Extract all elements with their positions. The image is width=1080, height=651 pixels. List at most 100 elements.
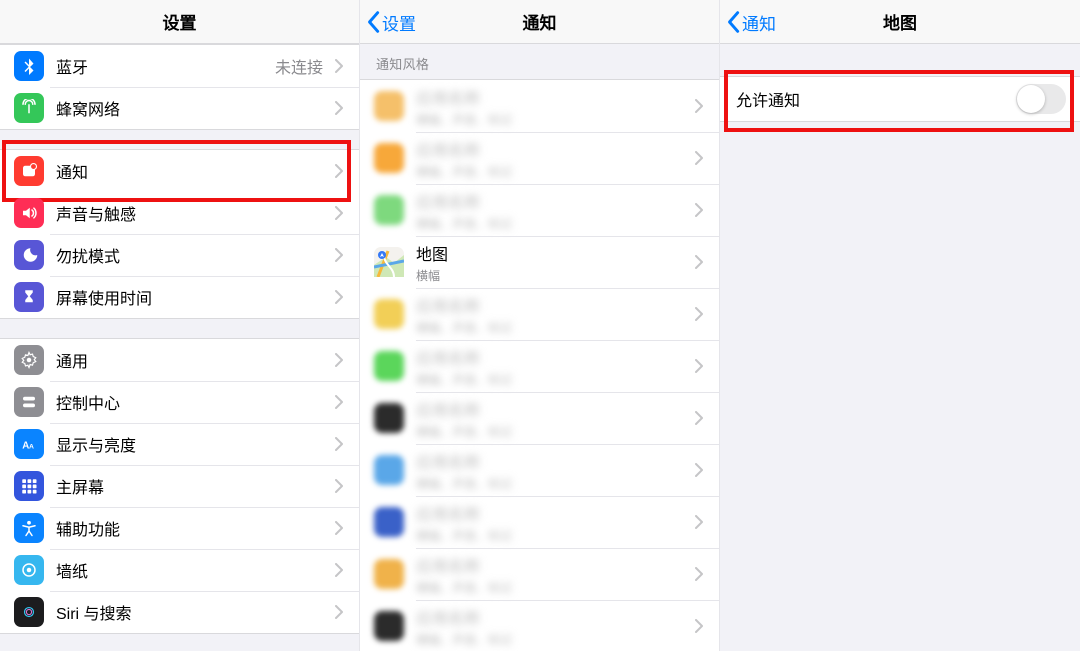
row-label: 显示与亮度 — [56, 432, 329, 456]
app-sublabel-blurred: 横幅、声音、标记 — [416, 527, 689, 544]
app-row-blurred[interactable]: 应用名称横幅、声音、标记 — [360, 600, 719, 651]
settings-row-homescreen[interactable]: 主屏幕 — [0, 465, 359, 507]
row-label: 辅助功能 — [56, 516, 329, 540]
app-row-blurred[interactable]: 应用名称横幅、声音、标记 — [360, 548, 719, 600]
settings-row-general[interactable]: 通用 — [0, 339, 359, 381]
chevron-right-icon — [329, 290, 349, 304]
navbar-title: 地图 — [883, 9, 917, 34]
app-icon-blurred — [374, 299, 404, 329]
row-label: 通知 — [56, 159, 329, 183]
app-row-blurred[interactable]: 应用名称横幅、声音、标记 — [360, 132, 719, 184]
app-row-maps[interactable]: 地图横幅 — [360, 236, 719, 288]
allow-notifications-toggle[interactable] — [1016, 84, 1066, 114]
app-row-blurred[interactable]: 应用名称横幅、声音、标记 — [360, 340, 719, 392]
chevron-right-icon — [689, 203, 709, 217]
textsize-icon: AA — [14, 429, 44, 459]
settings-row-cellular[interactable]: 蜂窝网络 — [0, 87, 359, 129]
settings-row-siri[interactable]: Siri 与搜索 — [0, 591, 359, 633]
row-label: 控制中心 — [56, 390, 329, 414]
app-icon-blurred — [374, 455, 404, 485]
chevron-right-icon — [329, 101, 349, 115]
app-sublabel-blurred: 横幅、声音、标记 — [416, 215, 689, 232]
app-sublabel-blurred: 横幅、声音、标记 — [416, 111, 689, 128]
app-row-blurred[interactable]: 应用名称横幅、声音、标记 — [360, 392, 719, 444]
chevron-right-icon — [329, 248, 349, 262]
settings-row-accessibility[interactable]: 辅助功能 — [0, 507, 359, 549]
chevron-left-icon — [366, 10, 380, 34]
settings-row-screentime[interactable]: 屏幕使用时间 — [0, 276, 359, 318]
app-icon-blurred — [374, 143, 404, 173]
app-label-blurred: 应用名称 — [416, 397, 689, 421]
maps-app-icon — [374, 247, 404, 277]
app-label: 地图 — [416, 241, 689, 265]
app-label-blurred: 应用名称 — [416, 605, 689, 629]
allow-notifications-group: 允许通知 — [720, 76, 1080, 122]
speaker-icon — [14, 198, 44, 228]
app-row-blurred[interactable]: 应用名称横幅、声音、标记 — [360, 288, 719, 340]
chevron-right-icon — [689, 307, 709, 321]
settings-group: 蓝牙未连接蜂窝网络 — [0, 44, 359, 130]
chevron-right-icon — [689, 515, 709, 529]
wallpaper-icon — [14, 555, 44, 585]
chevron-right-icon — [689, 463, 709, 477]
app-row-blurred[interactable]: 应用名称横幅、声音、标记 — [360, 496, 719, 548]
bluetooth-icon — [14, 51, 44, 81]
moon-icon — [14, 240, 44, 270]
settings-row-sounds[interactable]: 声音与触感 — [0, 192, 359, 234]
app-label-blurred: 应用名称 — [416, 449, 689, 473]
grid-icon — [14, 471, 44, 501]
chevron-right-icon — [329, 164, 349, 178]
section-header-notification-style: 通知风格 — [360, 44, 719, 79]
chevron-right-icon — [329, 521, 349, 535]
row-label: 屏幕使用时间 — [56, 285, 329, 309]
chevron-right-icon — [689, 151, 709, 165]
back-label: 通知 — [742, 10, 776, 35]
siri-icon — [14, 597, 44, 627]
back-button[interactable]: 通知 — [726, 0, 776, 44]
allow-notifications-row[interactable]: 允许通知 — [720, 77, 1080, 121]
notification-icon — [14, 156, 44, 186]
row-label: 勿扰模式 — [56, 243, 329, 267]
chevron-right-icon — [329, 59, 349, 73]
app-icon-blurred — [374, 611, 404, 641]
app-label-blurred: 应用名称 — [416, 85, 689, 109]
settings-row-notifications[interactable]: 通知 — [0, 150, 359, 192]
chevron-right-icon — [689, 255, 709, 269]
row-value: 未连接 — [275, 54, 323, 78]
back-button[interactable]: 设置 — [366, 0, 416, 44]
app-sublabel-blurred: 横幅、声音、标记 — [416, 163, 689, 180]
chevron-right-icon — [689, 359, 709, 373]
app-icon-blurred — [374, 403, 404, 433]
chevron-right-icon — [689, 411, 709, 425]
row-label: 主屏幕 — [56, 474, 329, 498]
app-sublabel-blurred: 横幅、声音、标记 — [416, 579, 689, 596]
chevron-right-icon — [329, 353, 349, 367]
app-icon-blurred — [374, 507, 404, 537]
accessibility-icon — [14, 513, 44, 543]
chevron-left-icon — [726, 10, 740, 34]
row-label: 蜂窝网络 — [56, 96, 329, 120]
chevron-right-icon — [329, 479, 349, 493]
settings-row-display[interactable]: AA 显示与亮度 — [0, 423, 359, 465]
app-label-blurred: 应用名称 — [416, 553, 689, 577]
navbar-maps: 通知 地图 — [720, 0, 1080, 44]
app-row-blurred[interactable]: 应用名称横幅、声音、标记 — [360, 444, 719, 496]
app-label-blurred: 应用名称 — [416, 345, 689, 369]
app-icon-blurred — [374, 351, 404, 381]
settings-group: 通知声音与触感勿扰模式屏幕使用时间 — [0, 149, 359, 319]
app-sublabel-blurred: 横幅、声音、标记 — [416, 371, 689, 388]
app-label-blurred: 应用名称 — [416, 137, 689, 161]
settings-row-wallpaper[interactable]: 墙纸 — [0, 549, 359, 591]
svg-text:A: A — [22, 441, 29, 452]
app-sublabel-blurred: 横幅、声音、标记 — [416, 423, 689, 440]
chevron-right-icon — [329, 437, 349, 451]
app-row-blurred[interactable]: 应用名称横幅、声音、标记 — [360, 80, 719, 132]
app-sublabel: 横幅 — [416, 267, 689, 284]
settings-row-dnd[interactable]: 勿扰模式 — [0, 234, 359, 276]
app-icon-blurred — [374, 559, 404, 589]
settings-row-bluetooth[interactable]: 蓝牙未连接 — [0, 45, 359, 87]
settings-row-controlcenter[interactable]: 控制中心 — [0, 381, 359, 423]
app-icon-blurred — [374, 91, 404, 121]
row-label: 通用 — [56, 348, 329, 372]
app-row-blurred[interactable]: 应用名称横幅、声音、标记 — [360, 184, 719, 236]
